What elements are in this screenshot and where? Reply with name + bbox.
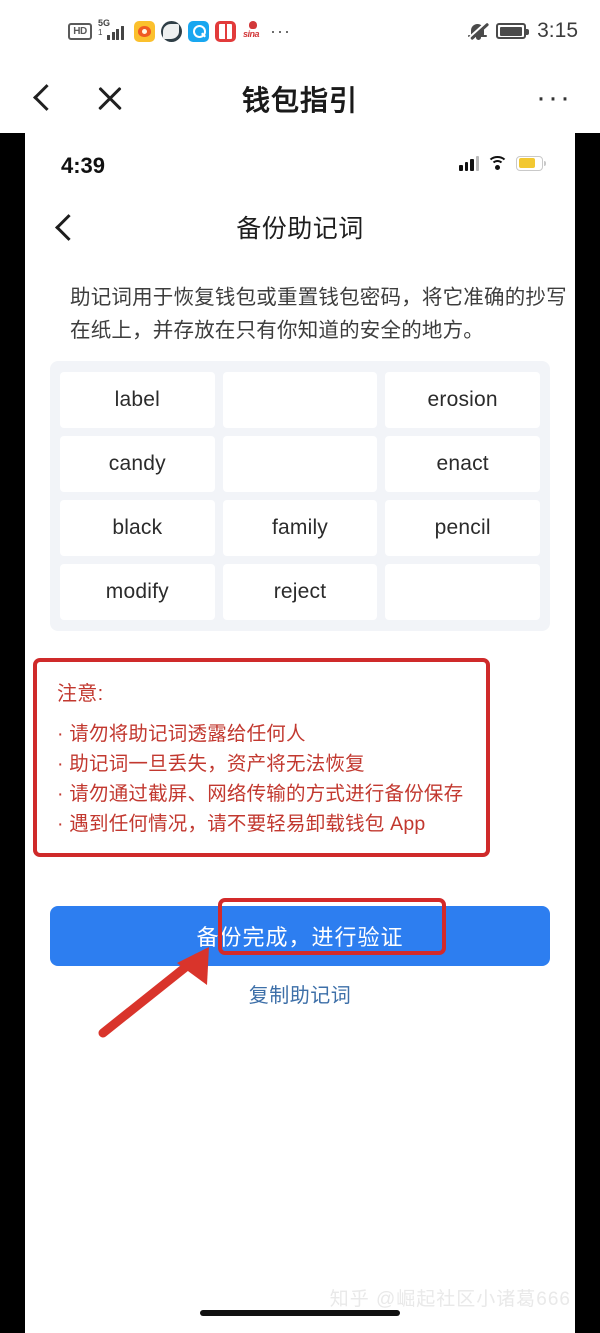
screenshot-root: HD 5G 1 sina ··· 3:15 钱包指引 ··· 4:39 备份助记… [0, 0, 600, 1333]
embedded-screenshot: 4:39 备份助记词 助记词用于恢复钱包或重置钱包密码，将它准确的抄写在纸上，并… [0, 133, 600, 1333]
nav-more-button[interactable]: ··· [536, 83, 572, 113]
ios-battery-icon [516, 155, 546, 171]
mnemonic-word-cell[interactable]: reject [222, 564, 378, 620]
search-app-icon [188, 20, 209, 42]
embedded-screenshot-page: 4:39 备份助记词 助记词用于恢复钱包或重置钱包密码，将它准确的抄写在纸上，并… [25, 133, 575, 1333]
warning-line: · 遇到任何情况，请不要轻易卸载钱包 App [57, 813, 426, 835]
bell-mute-icon [468, 21, 490, 42]
watermark: 知乎 @崛起社区小诸葛666 [329, 1289, 571, 1310]
status-bar-clock: 3:15 [537, 19, 578, 42]
mnemonic-word-cell[interactable]: enact [385, 436, 540, 492]
mnemonic-word-grid: label erosion candy enact black family p… [50, 361, 550, 631]
signal-5g-icon: 5G 1 [98, 19, 128, 42]
mnemonic-word-cell[interactable]: label [60, 372, 215, 428]
mnemonic-word-cell[interactable]: erosion [385, 372, 540, 428]
book-app-icon [215, 20, 236, 42]
mnemonic-word-cell[interactable] [222, 372, 378, 428]
mnemonic-word-cell[interactable] [385, 564, 540, 620]
warning-line: · 助记词一旦丢失，资产将无法恢复 [57, 753, 365, 775]
mnemonic-description: 助记词用于恢复钱包或重置钱包密码，将它准确的抄写在纸上，并存放在只有你知道的安全… [70, 286, 567, 342]
weibo-app-icon [134, 20, 155, 42]
warning-annotation-box: 注意: · 请勿将助记词透露给任何人 · 助记词一旦丢失，资产将无法恢复 · 请… [33, 658, 490, 857]
mnemonic-word-cell[interactable]: family [222, 500, 378, 556]
mnemonic-word-cell[interactable] [222, 436, 378, 492]
mnemonic-word-cell[interactable]: black [60, 500, 215, 556]
status-bar-right-icons: 3:15 [468, 19, 578, 43]
sina-app-icon: sina [242, 21, 264, 41]
mnemonic-page-title: 备份助记词 [236, 215, 364, 243]
android-status-bar: HD 5G 1 sina ··· 3:15 [0, 0, 600, 62]
globe-app-icon [161, 20, 182, 42]
battery-icon [496, 23, 530, 39]
copy-mnemonic-link[interactable]: 复制助记词 [25, 979, 575, 1008]
mnemonic-word-cell[interactable]: candy [60, 436, 215, 492]
status-bar-left-icons: HD 5G 1 sina ··· [68, 19, 291, 42]
app-nav-bar: 钱包指引 ··· [0, 62, 600, 133]
hd-badge-icon: HD [68, 22, 92, 40]
warning-line: · 请勿通过截屏、网络传输的方式进行备份保存 [57, 783, 464, 805]
network-sub-label: 1 [98, 28, 103, 37]
backup-complete-verify-button[interactable]: 备份完成，进行验证 [50, 906, 550, 966]
mnemonic-word-cell[interactable]: modify [60, 564, 215, 620]
ios-clock: 4:39 [61, 153, 106, 178]
mnemonic-word-cell[interactable]: pencil [385, 500, 540, 556]
notification-overflow-icon: ··· [270, 21, 291, 41]
warning-line: · 请勿将助记词透露给任何人 [57, 723, 306, 745]
mnemonic-page-header: 备份助记词 [25, 195, 575, 263]
ios-status-bar: 4:39 [25, 133, 575, 195]
cellular-signal-icon [459, 155, 479, 171]
page-title: 钱包指引 [241, 85, 358, 116]
warning-title: 注意: [57, 683, 104, 705]
ios-status-right-icons [459, 155, 546, 171]
wifi-icon [487, 155, 508, 171]
